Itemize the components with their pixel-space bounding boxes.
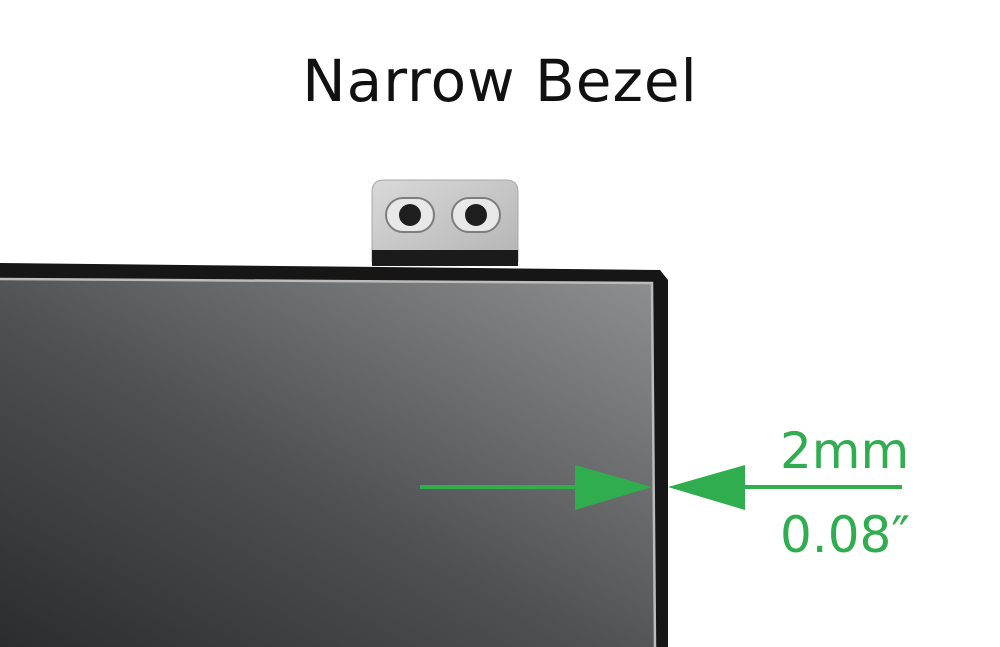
mounting-bracket [371, 179, 519, 266]
page-title: Narrow Bezel [302, 47, 698, 115]
screen-panel [0, 263, 668, 647]
bezel-width-imperial: 0.08″ [780, 506, 911, 564]
product-image: Narrow Bezel 2mm 0.08″ [0, 0, 1000, 647]
bezel-width-metric: 2mm [780, 422, 910, 480]
